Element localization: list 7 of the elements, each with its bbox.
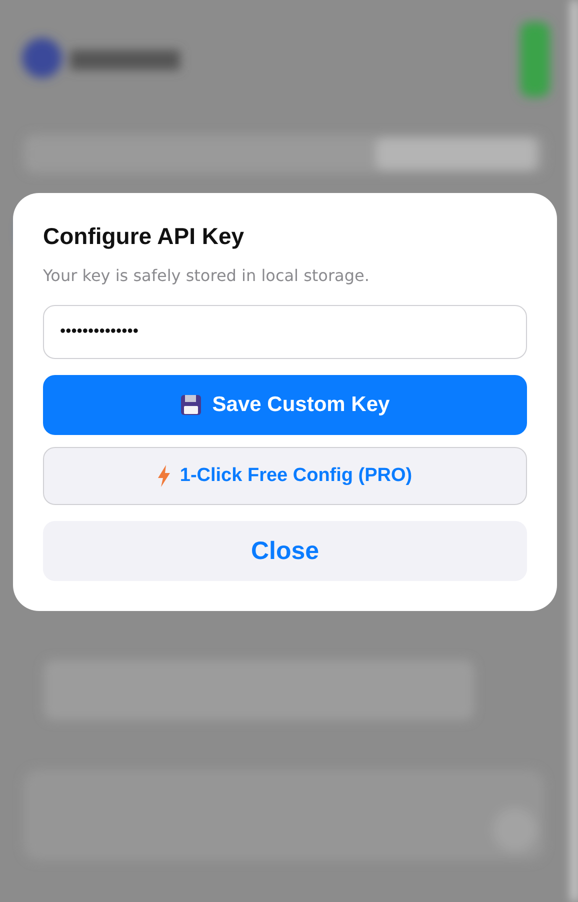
close-button[interactable]: Close: [43, 521, 527, 581]
dialog-subtitle: Your key is safely stored in local storage.: [43, 266, 370, 285]
dialog-title: Configure API Key: [43, 223, 246, 250]
api-key-field[interactable]: ••••••••••••••: [43, 305, 527, 359]
config-button[interactable]: 1-Click Free Config (PRO): [43, 447, 527, 505]
save-button[interactable]: Save Custom Key: [43, 375, 527, 435]
lightning-icon: [158, 465, 170, 487]
